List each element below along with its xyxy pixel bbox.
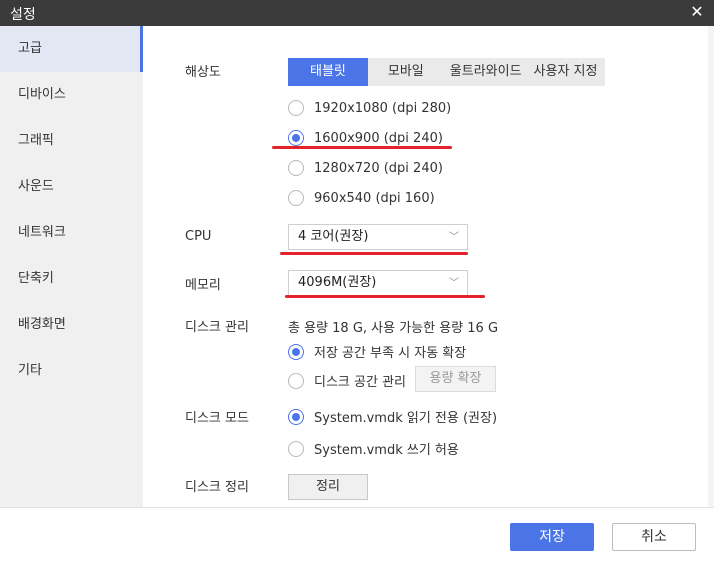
- resolution-option-label: 1600x900 (dpi 240): [314, 130, 443, 146]
- resolution-option-label: 960x540 (dpi 160): [314, 190, 435, 206]
- sidebar-item-other[interactable]: 기타: [0, 348, 143, 394]
- tab-tablet[interactable]: 태블릿: [288, 58, 368, 86]
- close-icon[interactable]: ✕: [688, 3, 706, 21]
- disk-manual-manage-option[interactable]: 디스크 공간 관리: [288, 371, 406, 390]
- sidebar-item-device[interactable]: 디바이스: [0, 72, 143, 118]
- sidebar-item-shortcuts[interactable]: 단축키: [0, 256, 143, 302]
- save-button[interactable]: 저장: [510, 523, 594, 551]
- resolution-option-label: 1280x720 (dpi 240): [314, 160, 443, 176]
- window-title: 설정: [10, 7, 36, 23]
- disk-mode-option-label: System.vmdk 쓰기 허용: [314, 443, 459, 458]
- resolution-option-1600[interactable]: 1600x900 (dpi 240): [288, 130, 443, 146]
- annotation-underline: [272, 146, 452, 149]
- memory-label: 메모리: [185, 278, 221, 293]
- resolution-label: 해상도: [185, 65, 221, 80]
- resolution-option-1920[interactable]: 1920x1080 (dpi 280): [288, 100, 451, 116]
- content-scrollbar[interactable]: [708, 26, 714, 507]
- settings-content: [143, 26, 714, 507]
- radio-button[interactable]: [288, 160, 304, 176]
- disk-mode-label: 디스크 모드: [185, 411, 249, 426]
- tab-custom[interactable]: 사용자 지정: [528, 58, 606, 86]
- cleanup-button[interactable]: 정리: [288, 474, 368, 500]
- radio-button[interactable]: [288, 372, 304, 389]
- disk-option-label: 저장 공간 부족 시 자동 확장: [314, 346, 467, 361]
- title-bar: 설정 ✕: [0, 0, 714, 26]
- radio-button[interactable]: [288, 440, 304, 457]
- disk-management-label: 디스크 관리: [185, 320, 249, 335]
- disk-cleanup-label: 디스크 정리: [185, 480, 249, 495]
- radio-button[interactable]: [288, 408, 304, 425]
- chevron-down-icon: ﹀: [449, 278, 459, 289]
- disk-capacity-summary: 총 용량 18 G, 사용 가능한 용량 16 G: [288, 321, 499, 336]
- resolution-tabs: 태블릿 모바일 울트라와이드 사용자 지정: [288, 58, 606, 86]
- cpu-label: CPU: [185, 229, 212, 244]
- disk-auto-expand-option[interactable]: 저장 공간 부족 시 자동 확장: [288, 342, 466, 361]
- settings-sidebar: 고급 디바이스 그래픽 사운드 네트워크 단축키 배경화면 기타: [0, 26, 143, 507]
- dialog-footer: [0, 507, 714, 561]
- cpu-select[interactable]: 4 코어(권장) ﹀: [288, 224, 468, 250]
- memory-select[interactable]: 4096M(권장) ﹀: [288, 270, 468, 296]
- resolution-option-label: 1920x1080 (dpi 280): [314, 100, 452, 116]
- sidebar-item-network[interactable]: 네트워크: [0, 210, 143, 256]
- chevron-down-icon: ﹀: [449, 232, 459, 243]
- memory-select-value: 4096M(권장): [298, 275, 377, 290]
- sidebar-item-sound[interactable]: 사운드: [0, 164, 143, 210]
- resolution-option-1280[interactable]: 1280x720 (dpi 240): [288, 160, 443, 176]
- disk-mode-readonly-option[interactable]: System.vmdk 읽기 전용 (권장): [288, 407, 497, 426]
- sidebar-item-wallpaper[interactable]: 배경화면: [0, 302, 143, 348]
- resolution-option-960[interactable]: 960x540 (dpi 160): [288, 190, 435, 206]
- cancel-button[interactable]: 취소: [612, 523, 696, 551]
- radio-button[interactable]: [288, 130, 304, 146]
- sidebar-item-graphics[interactable]: 그래픽: [0, 118, 143, 164]
- expand-capacity-button[interactable]: 용량 확장: [415, 366, 496, 392]
- sidebar-item-advanced[interactable]: 고급: [0, 26, 143, 72]
- radio-button[interactable]: [288, 343, 304, 360]
- disk-mode-writable-option[interactable]: System.vmdk 쓰기 허용: [288, 439, 459, 458]
- tab-mobile[interactable]: 모바일: [368, 58, 444, 86]
- radio-button[interactable]: [288, 190, 304, 206]
- annotation-underline: [285, 295, 485, 298]
- disk-mode-option-label: System.vmdk 읽기 전용 (권장): [314, 411, 498, 426]
- disk-option-label: 디스크 공간 관리: [314, 375, 406, 390]
- tab-ultrawide[interactable]: 울트라와이드: [444, 58, 528, 86]
- cpu-select-value: 4 코어(권장): [298, 229, 369, 244]
- annotation-underline: [280, 252, 468, 255]
- radio-button[interactable]: [288, 100, 304, 116]
